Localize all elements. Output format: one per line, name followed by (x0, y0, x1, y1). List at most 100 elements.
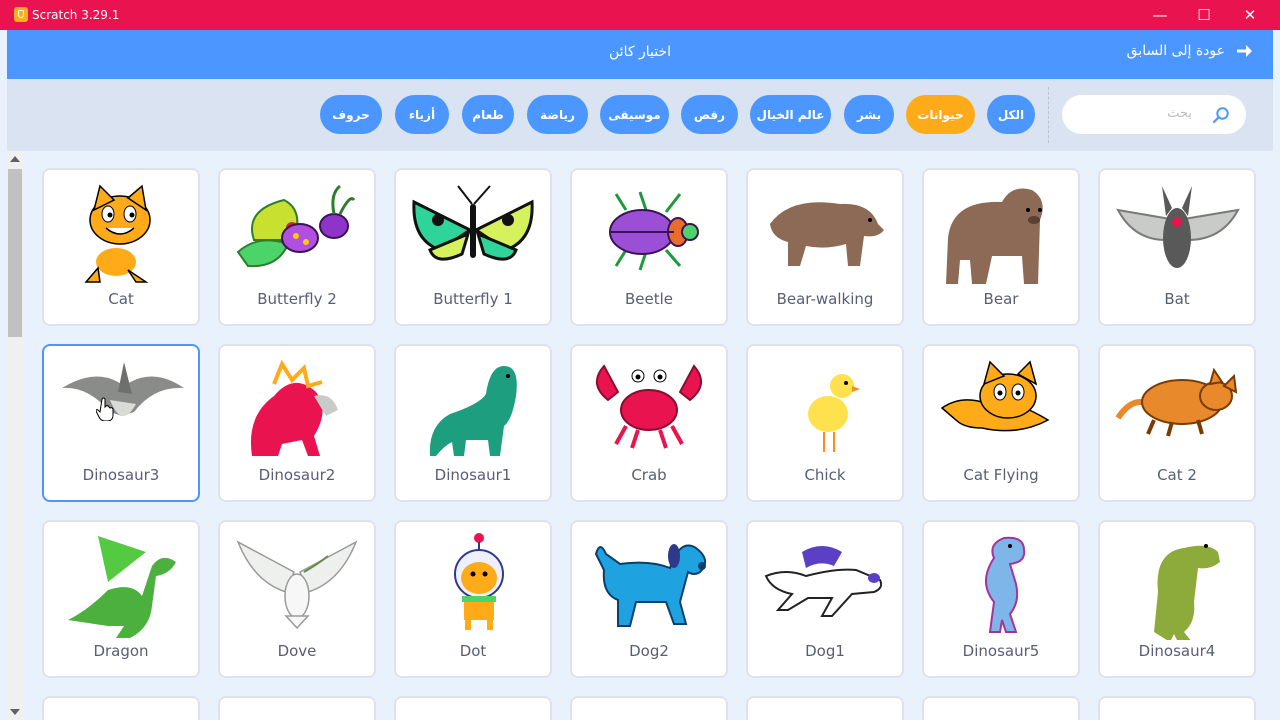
library-header: اختيار كائن عودة إلى السابق (7, 30, 1273, 79)
cat-2-sprite-icon (1115, 367, 1238, 437)
bear-walking-sprite-icon (770, 202, 884, 266)
sprite-tile-dinosaur5[interactable]: Dinosaur5 (922, 520, 1080, 678)
sprite-name: Dinosaur2 (258, 466, 336, 484)
sprite-name: Dove (277, 642, 317, 660)
cat-flying-sprite-icon (940, 360, 1050, 432)
sprite-tile-butterfly-1[interactable]: Butterfly 1 (394, 168, 552, 326)
dinosaur1-sprite-icon (429, 366, 517, 456)
window-title-bar: Scratch 3.29.1 — ☐ ✕ (0, 0, 1280, 30)
sprite-tile-beetle[interactable]: Beetle (570, 168, 728, 326)
butterfly-1-sprite-icon (412, 185, 534, 261)
tag-fashion[interactable]: أزياء (395, 95, 449, 134)
back-button[interactable]: عودة إلى السابق (1127, 42, 1253, 60)
sprite-name: Dog2 (629, 642, 669, 660)
sprite-name: Bat (1164, 290, 1190, 308)
tag-letters[interactable]: حروف (320, 95, 382, 134)
sprite-library-grid: Cat Butterfly 2 Butterfly 1 Beetle Bear-… (7, 151, 1273, 720)
sprite-name: Bear (983, 290, 1019, 308)
dinosaur3-sprite-icon (62, 362, 184, 417)
sprite-tile-crab[interactable]: Crab (570, 344, 728, 502)
maximize-button[interactable]: ☐ (1181, 0, 1227, 30)
scroll-down-icon[interactable] (10, 709, 20, 715)
tag-animals[interactable]: حيوانات (906, 95, 975, 134)
sprite-tile-dragon[interactable]: Dragon (42, 520, 200, 678)
filter-bar: بحث الكل حيوانات بشر عالم الخيال رقص موس… (7, 79, 1273, 151)
scrollbar-thumb[interactable] (8, 169, 22, 337)
sprite-name: Cat Flying (963, 466, 1039, 484)
sprite-tile-partial[interactable] (570, 696, 728, 720)
sprite-tile-dinosaur1[interactable]: Dinosaur1 (394, 344, 552, 502)
bat-sprite-icon (1116, 186, 1240, 268)
sprite-tile-chick[interactable]: Chick (746, 344, 904, 502)
dinosaur4-sprite-icon (1154, 544, 1220, 640)
sprite-tile-partial[interactable] (922, 696, 1080, 720)
sprite-tile-partial[interactable] (394, 696, 552, 720)
sprite-tile-dog2[interactable]: Dog2 (570, 520, 728, 678)
sprite-name: Beetle (624, 290, 674, 308)
sprite-tile-dove[interactable]: Dove (218, 520, 376, 678)
sprite-name: Dot (459, 642, 487, 660)
tag-all[interactable]: الكل (987, 95, 1035, 134)
sprite-tile-bear-walking[interactable]: Bear-walking (746, 168, 904, 326)
sprite-tile-dinosaur2[interactable]: Dinosaur2 (218, 344, 376, 502)
dove-sprite-icon (236, 540, 358, 630)
sprite-tile-bear[interactable]: Bear (922, 168, 1080, 326)
sprite-name: Crab (631, 466, 667, 484)
dragon-sprite-icon (68, 536, 176, 638)
beetle-sprite-icon (609, 191, 699, 271)
close-button[interactable]: ✕ (1227, 0, 1273, 30)
butterfly-2-sprite-icon (236, 184, 356, 268)
sprite-tile-dinosaur3[interactable]: Dinosaur3 (42, 344, 200, 502)
sprite-tile-cat[interactable]: Cat (42, 168, 200, 326)
sprite-name: Dinosaur3 (82, 466, 160, 484)
sprite-name: Butterfly 2 (257, 290, 337, 308)
sprite-name: Cat (108, 290, 134, 308)
scratch-app-icon (14, 7, 28, 22)
dog1-sprite-icon (764, 546, 883, 617)
filter-divider (1048, 87, 1049, 143)
hand-cursor-icon (96, 397, 114, 421)
page-title: اختيار كائن (609, 44, 671, 60)
sprite-tile-dot[interactable]: Dot (394, 520, 552, 678)
window-title: Scratch 3.29.1 (32, 8, 120, 22)
sprite-name: Dinosaur4 (1138, 642, 1216, 660)
sprite-tile-cat-flying[interactable]: Cat Flying (922, 344, 1080, 502)
sprite-tile-partial[interactable] (218, 696, 376, 720)
tag-people[interactable]: بشر (844, 95, 894, 134)
tag-sports[interactable]: رياضة (527, 95, 588, 134)
sprite-tile-cat-2[interactable]: Cat 2 (1098, 344, 1256, 502)
search-input[interactable]: بحث (1062, 95, 1246, 134)
search-icon (1212, 107, 1229, 124)
back-label: عودة إلى السابق (1126, 43, 1225, 59)
vertical-scrollbar[interactable] (7, 151, 23, 720)
sprite-name: Dinosaur1 (434, 466, 512, 484)
chick-sprite-icon (808, 374, 860, 452)
sprite-name: Cat 2 (1157, 466, 1197, 484)
tag-music[interactable]: موسيقى (600, 95, 669, 134)
sprite-name: Bear-walking (776, 290, 874, 308)
crab-sprite-icon (596, 364, 702, 449)
sprite-name: Chick (804, 466, 846, 484)
sprite-tile-dinosaur4[interactable]: Dinosaur4 (1098, 520, 1256, 678)
bear-sprite-icon (946, 188, 1043, 284)
scroll-up-icon[interactable] (10, 156, 20, 162)
sprite-tile-partial[interactable] (42, 696, 200, 720)
sprite-name: Dog1 (805, 642, 845, 660)
dog2-sprite-icon (594, 544, 707, 627)
sprite-name: Dragon (93, 642, 149, 660)
dinosaur2-sprite-icon (250, 359, 338, 456)
dinosaur5-sprite-icon (985, 536, 1026, 633)
sprite-tile-bat[interactable]: Bat (1098, 168, 1256, 326)
sprite-tile-partial[interactable] (746, 696, 904, 720)
tag-food[interactable]: طعام (462, 95, 514, 134)
dot-sprite-icon (454, 533, 504, 630)
sprite-tile-dog1[interactable]: Dog1 (746, 520, 904, 678)
minimize-button[interactable]: — (1137, 0, 1183, 30)
tag-fantasy[interactable]: عالم الخيال (750, 95, 831, 134)
sprite-name: Dinosaur5 (962, 642, 1040, 660)
arrow-right-icon (1237, 45, 1252, 57)
sprite-tile-butterfly-2[interactable]: Butterfly 2 (218, 168, 376, 326)
tag-dance[interactable]: رقص (681, 95, 738, 134)
sprite-tile-partial[interactable] (1098, 696, 1256, 720)
cat-sprite-icon (84, 184, 151, 283)
